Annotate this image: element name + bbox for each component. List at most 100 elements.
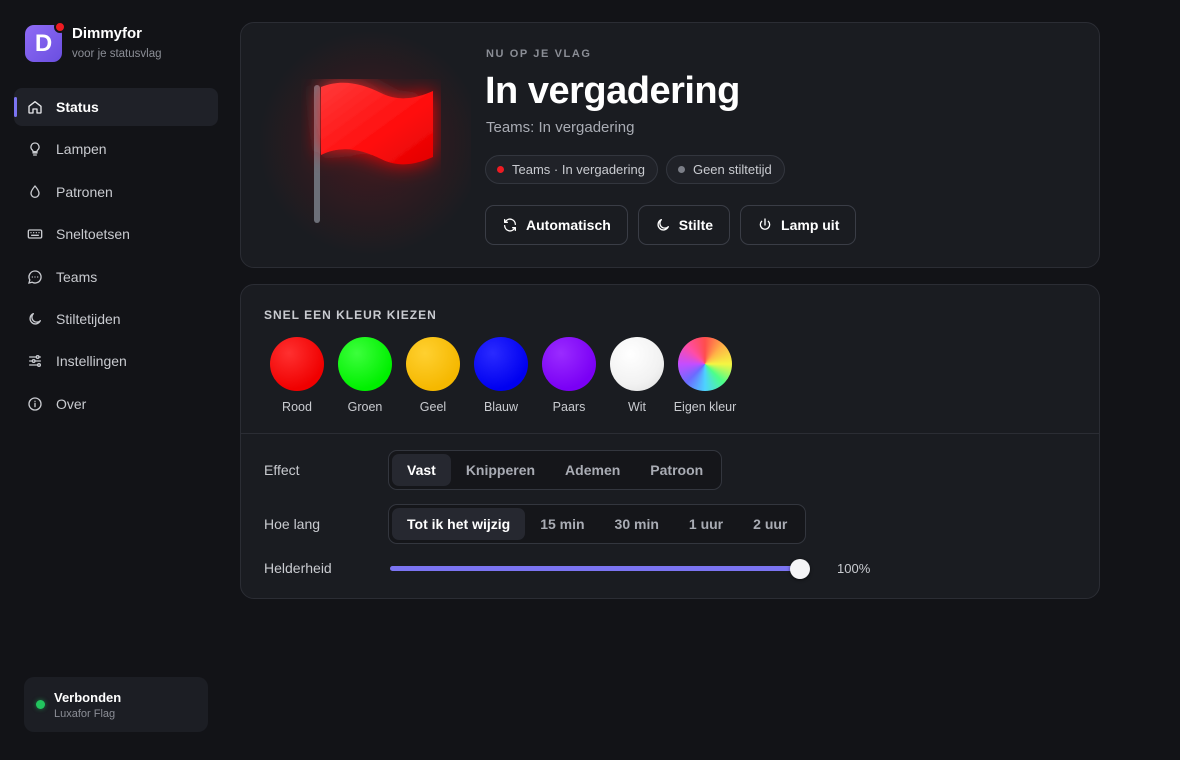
moon-icon <box>27 311 43 327</box>
effect-option-patroon[interactable]: Patroon <box>635 454 718 486</box>
sidebar-item-teams[interactable]: Teams <box>14 258 218 296</box>
chip-dot <box>497 166 504 173</box>
chat-icon <box>27 269 43 285</box>
sidebar-item-label: Over <box>56 395 87 412</box>
sidebar-item-label: Status <box>56 99 99 115</box>
app-logo: D <box>25 21 66 62</box>
chip-label: Geen stiltetijd <box>692 162 772 177</box>
swatch-ball <box>610 337 664 391</box>
sliders-icon <box>27 353 43 369</box>
brightness-slider[interactable] <box>390 559 810 579</box>
drop-icon <box>27 184 43 200</box>
effect-selector: Vast Knipperen Ademen Patroon <box>388 450 723 490</box>
quiet-button[interactable]: Stilte <box>637 205 731 245</box>
effect-option-knipperen[interactable]: Knipperen <box>451 454 550 486</box>
swatch-blue[interactable]: Blauw <box>467 337 535 414</box>
status-chip-teams: Teams · In vergadering <box>485 155 658 184</box>
duration-selector: Tot ik het wijzig 15 min 30 min 1 uur 2 … <box>388 504 807 544</box>
button-label: Lamp uit <box>781 217 840 233</box>
status-dot <box>54 21 66 33</box>
duration-option-until-change[interactable]: Tot ik het wijzig <box>392 508 526 540</box>
duration-option-15min[interactable]: 15 min <box>525 508 599 540</box>
color-controls-card: SNEL EEN KLEUR KIEZEN Rood Groen Geel Bl… <box>240 284 1100 599</box>
swatch-ball <box>474 337 528 391</box>
swatch-label: Paars <box>552 400 586 414</box>
slider-fill <box>390 566 800 571</box>
brightness-value: 100% <box>837 561 871 576</box>
divider <box>241 433 1099 434</box>
effect-label: Effect <box>264 462 300 478</box>
sidebar-item-patronen[interactable]: Patronen <box>14 173 218 211</box>
connection-dot <box>36 700 45 709</box>
swatch-yellow[interactable]: Geel <box>399 337 467 414</box>
status-chip-quiet: Geen stiltetijd <box>665 155 785 184</box>
swatch-purple[interactable]: Paars <box>535 337 603 414</box>
status-title: In vergadering <box>485 70 740 112</box>
swatch-custom[interactable]: Eigen kleur <box>671 337 739 414</box>
app-title: Dimmyfor <box>72 25 143 42</box>
button-label: Stilte <box>678 217 714 233</box>
color-swatches: Rood Groen Geel Blauw Paars Wit Eigen kl… <box>263 337 739 414</box>
sidebar-item-lampen[interactable]: Lampen <box>14 130 218 168</box>
duration-option-30min[interactable]: 30 min <box>600 508 674 540</box>
sidebar-item-label: Lampen <box>56 141 107 158</box>
moon-icon <box>657 219 669 231</box>
sidebar-item-stiltetijden[interactable]: Stiltetijden <box>14 300 218 338</box>
swatch-ball <box>542 337 596 391</box>
hero-eyebrow: NU OP JE VLAG <box>486 48 592 60</box>
swatch-label: Eigen kleur <box>673 400 737 414</box>
app-subtitle: voor je statusvlag <box>72 48 162 60</box>
bulb-icon <box>27 141 43 157</box>
sidebar-item-over[interactable]: Over <box>14 385 218 423</box>
sidebar-item-instellingen[interactable]: Instellingen <box>14 342 218 380</box>
sidebar: D Dimmyfor voor je statusvlag Status Lam… <box>0 0 232 760</box>
brightness-label: Helderheid <box>264 560 332 576</box>
slider-thumb[interactable] <box>790 559 810 579</box>
button-label: Automatisch <box>526 217 611 233</box>
chip-dot <box>677 166 685 173</box>
swatch-red[interactable]: Rood <box>263 337 331 414</box>
flag-preview <box>241 23 471 267</box>
home-icon <box>27 99 43 115</box>
swatch-ball <box>338 337 392 391</box>
quick-colors-heading: SNEL EEN KLEUR KIEZEN <box>264 308 437 322</box>
connection-device: Luxafor Flag <box>54 707 116 720</box>
effect-option-vast[interactable]: Vast <box>392 454 451 486</box>
duration-option-1hour[interactable]: 1 uur <box>674 508 738 540</box>
swatch-ball <box>270 337 324 391</box>
lamp-off-button[interactable]: Lamp uit <box>740 205 857 245</box>
keyboard-icon <box>27 226 43 242</box>
swatch-label: Groen <box>347 400 383 414</box>
swatch-label: Blauw <box>483 400 519 414</box>
sidebar-nav: Status Lampen Patronen Sneltoetsen Teams <box>14 88 218 427</box>
chip-label: Teams · In vergadering <box>512 162 645 177</box>
sidebar-item-label: Teams <box>56 268 98 285</box>
flag-icon <box>314 82 433 223</box>
refresh-icon <box>504 218 516 232</box>
connection-title: Verbonden <box>54 689 122 705</box>
automatic-button[interactable]: Automatisch <box>485 205 628 245</box>
info-icon <box>27 396 43 412</box>
current-status-card: NU OP JE VLAG In vergadering Teams: In v… <box>240 22 1100 268</box>
connection-status: Verbonden Luxafor Flag <box>24 677 208 732</box>
duration-label: Hoe lang <box>264 516 321 532</box>
effect-option-ademen[interactable]: Ademen <box>550 454 635 486</box>
sidebar-item-label: Instellingen <box>56 353 127 370</box>
swatch-white[interactable]: Wit <box>603 337 671 414</box>
sidebar-item-label: Patronen <box>56 183 113 200</box>
swatch-ball <box>406 337 460 391</box>
swatch-label: Geel <box>419 400 447 414</box>
brand: D Dimmyfor voor je statusvlag <box>25 21 162 62</box>
status-chips: Teams · In vergadering Geen stiltetijd <box>485 155 793 184</box>
swatch-label: Wit <box>627 400 647 414</box>
sidebar-item-sneltoetsen[interactable]: Sneltoetsen <box>14 215 218 253</box>
sidebar-item-label: Stiltetijden <box>56 310 121 327</box>
sidebar-item-label: Sneltoetsen <box>56 226 130 243</box>
duration-option-2hours[interactable]: 2 uur <box>738 508 802 540</box>
swatch-label: Rood <box>282 400 312 414</box>
swatch-ball <box>678 337 732 391</box>
status-subtitle: Teams: In vergadering <box>486 119 635 136</box>
sidebar-item-status[interactable]: Status <box>14 88 218 126</box>
swatch-green[interactable]: Groen <box>331 337 399 414</box>
status-actions: Automatisch Stilte Lamp uit <box>485 205 866 245</box>
